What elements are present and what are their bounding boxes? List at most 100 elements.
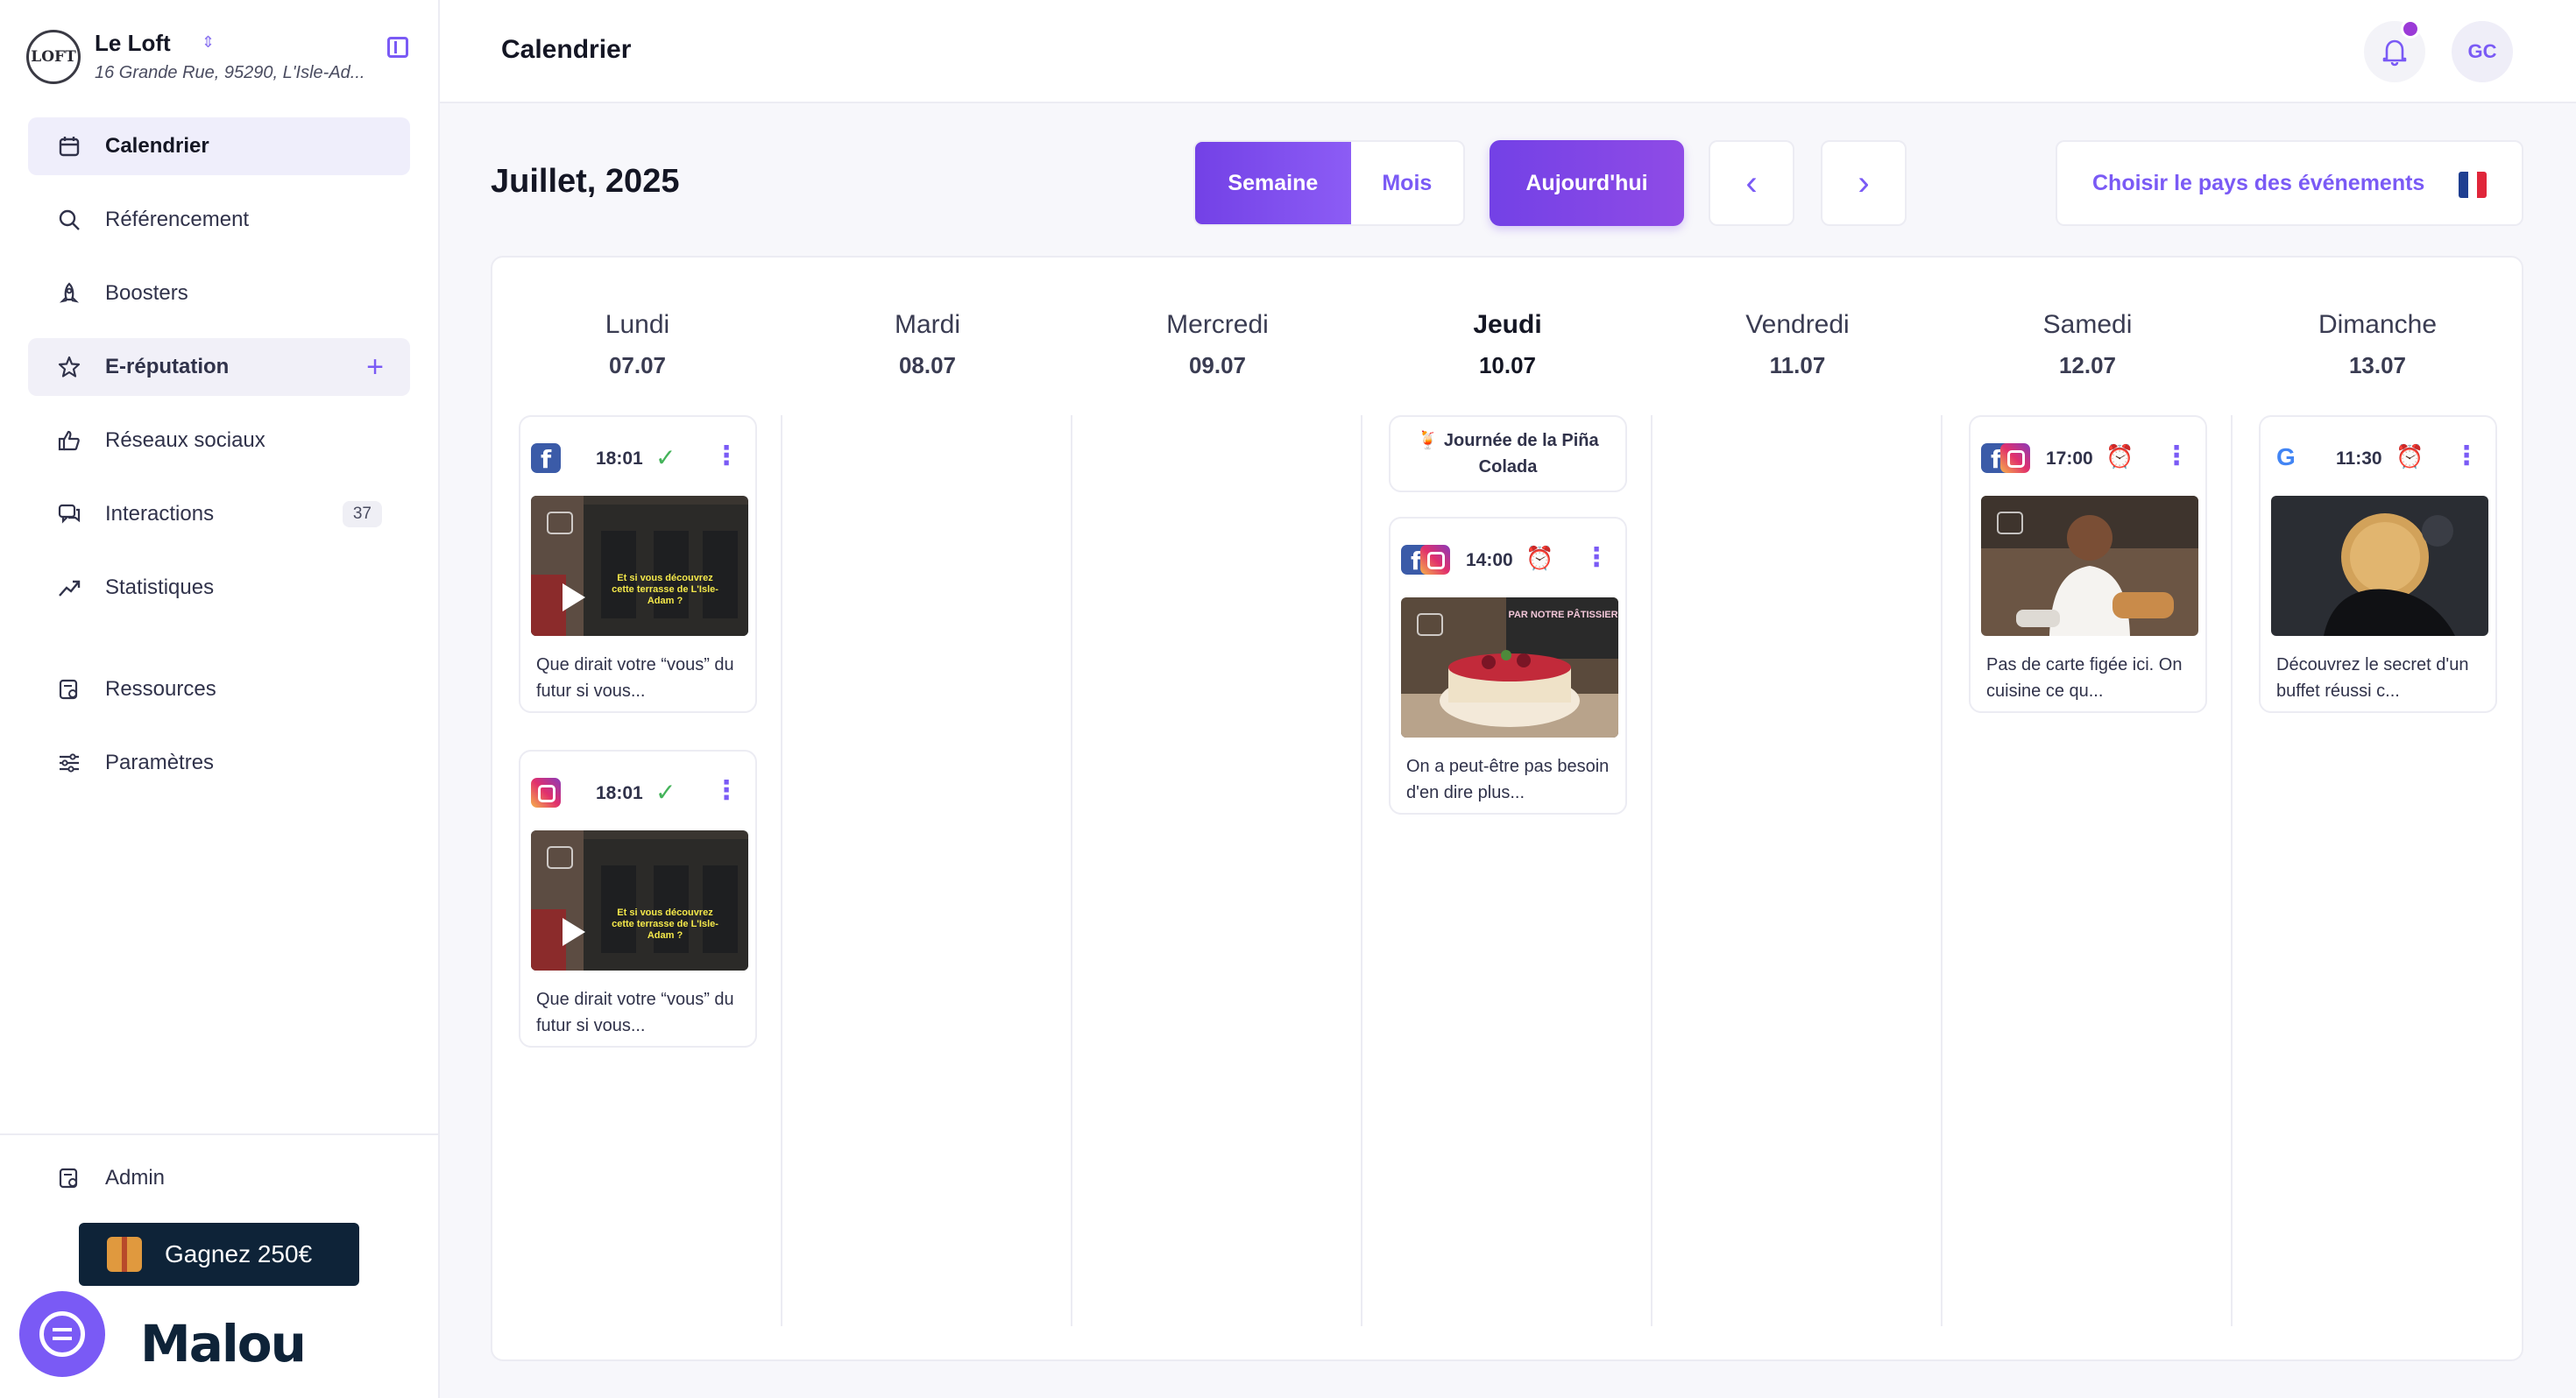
event-chip[interactable]: 🍹 Journée de la Piña Colada: [1389, 415, 1627, 492]
post-card[interactable]: 11:30 ⏰ ⋮ Découvrez le secret d'un buffe…: [2259, 415, 2497, 713]
chat-icon: [56, 501, 82, 527]
user-avatar[interactable]: GC: [2452, 21, 2513, 82]
plus-icon[interactable]: +: [366, 350, 384, 385]
country-button-label: Choisir le pays des événements: [2092, 170, 2425, 195]
restaurant-switcher[interactable]: LOFT Le Loft ⇕ 16 Grande Rue, 95290, L'I…: [26, 28, 412, 89]
sidebar-item-statistiques[interactable]: Statistiques: [28, 559, 410, 617]
post-caption: Que dirait votre “vous” du futur si vous…: [536, 990, 734, 1035]
sidebar-item-referencement[interactable]: Référencement: [28, 191, 410, 249]
france-flag-icon: [2459, 172, 2487, 198]
instagram-icon: [1420, 545, 1450, 575]
sliders-icon: [56, 750, 82, 776]
referral-promo-button[interactable]: Gagnez 250€: [79, 1223, 359, 1286]
post-time: 18:01: [596, 783, 643, 803]
more-options-icon[interactable]: ⋮: [2453, 443, 2480, 470]
post-header: 11:30 ⏰ ⋮: [2271, 443, 2488, 475]
more-options-icon[interactable]: ⋮: [713, 443, 740, 470]
week-view-button[interactable]: Semaine: [1195, 142, 1351, 224]
post-caption: Que dirait votre “vous” du futur si vous…: [536, 655, 734, 701]
post-caption: On a peut-être pas besoin d'en dire plus…: [1406, 757, 1610, 802]
day-date: 08.07: [898, 352, 957, 378]
post-card[interactable]: 18:01 ✓ ⋮ Et si vous découvrez cette ter…: [519, 750, 757, 1048]
sidebar-item-label: Statistiques: [105, 575, 215, 599]
week-calendar: Lundi 07.07 18:01 ✓ ⋮ Et si vous découvr…: [491, 256, 2523, 1361]
video-badge-icon: [547, 512, 573, 534]
support-chat-button[interactable]: [19, 1291, 105, 1377]
cocktail-emoji: 🍹: [1417, 431, 1440, 450]
sidebar-item-label: Calendrier: [105, 134, 209, 158]
post-header: 18:01 ✓ ⋮: [531, 778, 748, 809]
sidebar-item-calendrier[interactable]: Calendrier: [28, 117, 410, 175]
post-video-thumbnail: Et si vous découvrez cette terrasse de L…: [531, 830, 748, 971]
post-header: 14:00 ⏰ ⋮: [1401, 545, 1618, 576]
today-button[interactable]: Aujourd'hui: [1490, 140, 1684, 226]
instagram-icon: [531, 778, 561, 808]
month-view-button[interactable]: Mois: [1351, 142, 1463, 224]
sidebar-item-ressources[interactable]: Ressources: [28, 660, 410, 718]
more-options-icon[interactable]: ⋮: [1583, 545, 1610, 571]
post-time: 17:00: [2046, 448, 2093, 469]
chevron-left-icon: ‹: [1745, 163, 1758, 202]
view-toggle: Semaine Mois: [1193, 140, 1465, 226]
notifications-button[interactable]: [2364, 19, 2425, 82]
post-card[interactable]: 17:00 ⏰ ⋮ Pas de carte figée ici. On cui…: [1969, 415, 2207, 713]
gallery-badge-icon: [1997, 512, 2023, 534]
more-options-icon[interactable]: ⋮: [2163, 443, 2190, 470]
day-column-monday: Lundi 07.07 18:01 ✓ ⋮ Et si vous découvr…: [492, 258, 782, 1363]
post-card[interactable]: 18:01 ✓ ⋮ Et si vous découvrez cette ter…: [519, 415, 757, 713]
previous-week-button[interactable]: ‹: [1709, 140, 1794, 226]
restaurant-name: Le Loft: [95, 30, 171, 56]
chevron-up-down-icon: ⇕: [202, 33, 216, 51]
video-caption: Et si vous découvrez cette terrasse de L…: [612, 573, 718, 606]
post-card[interactable]: 14:00 ⏰ ⋮ PAR NOTRE PÂTISSIER On a peut-…: [1389, 517, 1627, 815]
day-name: Mardi: [894, 310, 960, 339]
month-title: Juillet, 2025: [491, 163, 680, 200]
more-options-icon[interactable]: ⋮: [713, 778, 740, 804]
post-image-thumbnail: [1981, 496, 2198, 636]
next-week-button[interactable]: ›: [1821, 140, 1907, 226]
post-time: 11:30: [2336, 448, 2382, 469]
scheduled-clock-icon: ⏰: [2396, 443, 2424, 470]
video-badge-icon: [547, 846, 573, 869]
day-name: Lundi: [605, 310, 670, 339]
sidebar-item-admin[interactable]: Admin: [28, 1149, 410, 1207]
day-column-wednesday: Mercredi 09.07: [1072, 258, 1362, 1363]
day-date: 10.07: [1478, 352, 1537, 378]
post-caption: Découvrez le secret d'un buffet réussi c…: [2276, 655, 2469, 701]
published-check-icon: ✓: [655, 444, 676, 471]
sidebar-item-e-reputation[interactable]: E-réputation +: [28, 338, 410, 396]
sidebar-item-boosters[interactable]: Boosters: [28, 265, 410, 322]
day-name: Vendredi: [1745, 310, 1850, 339]
sidebar-item-interactions[interactable]: Interactions 37: [28, 485, 410, 543]
post-header: 17:00 ⏰ ⋮: [1981, 443, 2198, 475]
day-date: 07.07: [608, 352, 667, 378]
day-date: 13.07: [2348, 352, 2407, 378]
day-column-saturday: Samedi 12.07 17:00 ⏰ ⋮ Pas de carte figé…: [1943, 258, 2233, 1363]
sidebar-collapse-icon[interactable]: [387, 37, 408, 58]
sidebar: LOFT Le Loft ⇕ 16 Grande Rue, 95290, L'I…: [0, 0, 440, 1398]
malou-logo: Malou: [140, 1314, 307, 1373]
day-column-thursday: Jeudi 10.07 🍹 Journée de la Piña Colada …: [1362, 258, 1652, 1363]
sidebar-item-label: Ressources: [105, 677, 216, 701]
instagram-icon: [2000, 443, 2030, 473]
sidebar-item-label: Réseaux sociaux: [105, 428, 265, 452]
event-country-button[interactable]: Choisir le pays des événements: [2056, 140, 2523, 226]
day-date: 09.07: [1188, 352, 1247, 378]
sidebar-divider: [0, 1133, 438, 1135]
post-caption: Pas de carte figée ici. On cuisine ce qu…: [1986, 655, 2183, 701]
day-name: Samedi: [2042, 310, 2133, 339]
event-label: Journée de la Piña Colada: [1443, 431, 1599, 477]
sidebar-item-parametres[interactable]: Paramètres: [28, 734, 410, 792]
sidebar-item-reseaux-sociaux[interactable]: Réseaux sociaux: [28, 412, 410, 470]
google-icon: [2271, 443, 2301, 473]
day-column-tuesday: Mardi 08.07: [782, 258, 1072, 1363]
sidebar-item-label: E-réputation: [105, 355, 230, 378]
day-column-sunday: Dimanche 13.07 11:30 ⏰ ⋮ Découvrez le se…: [2233, 258, 2523, 1363]
post-image-thumbnail: PAR NOTRE PÂTISSIER: [1401, 597, 1618, 738]
day-name: Jeudi: [1473, 310, 1542, 339]
play-icon: [563, 918, 585, 946]
day-column-friday: Vendredi 11.07: [1652, 258, 1943, 1363]
gallery-badge-icon: [1417, 613, 1443, 636]
admin-icon: [56, 1165, 82, 1191]
bell-icon: [2382, 39, 2407, 67]
